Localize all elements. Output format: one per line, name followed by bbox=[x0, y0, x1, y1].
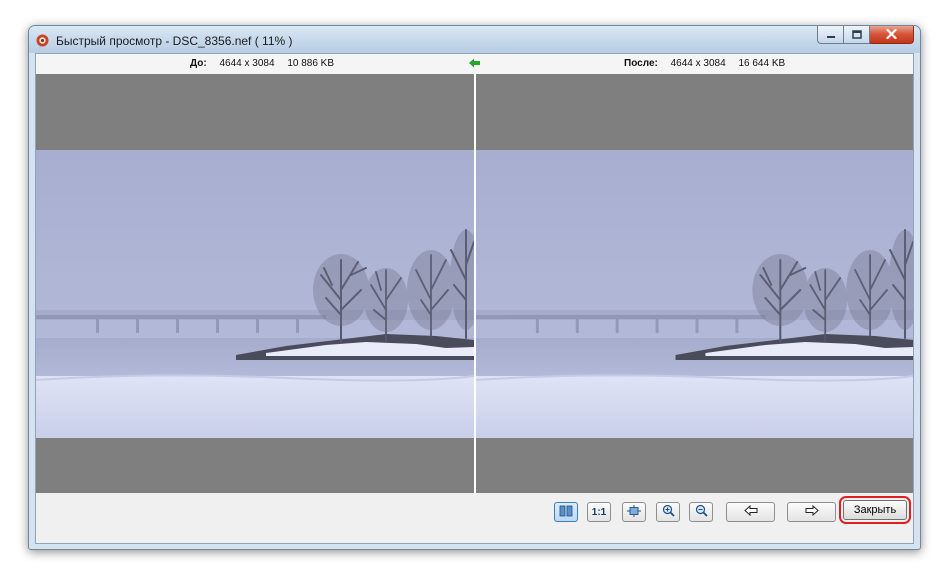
minimize-button[interactable] bbox=[817, 26, 844, 44]
window-close-button[interactable] bbox=[870, 26, 914, 44]
close-button[interactable]: Закрыть bbox=[843, 500, 907, 520]
zoom-out-icon bbox=[695, 504, 708, 520]
maximize-icon bbox=[851, 26, 862, 44]
swap-arrow-icon[interactable] bbox=[468, 57, 482, 69]
after-info: После: 4644 x 3084 16 644 KB bbox=[624, 58, 785, 69]
zoom-in-button[interactable] bbox=[656, 502, 680, 522]
image-info-bar: До: 4644 x 3084 10 886 KB После: 4644 x … bbox=[36, 54, 913, 74]
viewer-client-area: До: 4644 x 3084 10 886 KB После: 4644 x … bbox=[35, 53, 914, 544]
side-by-side-button[interactable] bbox=[554, 502, 578, 522]
bottom-toolbar: 1:1 Закрыть bbox=[36, 493, 913, 543]
caption-buttons bbox=[817, 26, 914, 45]
next-image-button[interactable] bbox=[787, 502, 836, 522]
title-bar[interactable]: Быстрый просмотр - DSC_8356.nef ( 11% ) bbox=[29, 26, 920, 53]
before-photo bbox=[36, 150, 474, 438]
before-info: До: 4644 x 3084 10 886 KB bbox=[190, 58, 334, 69]
after-label: После: bbox=[624, 58, 658, 69]
after-dimensions: 4644 x 3084 bbox=[670, 58, 726, 69]
quick-view-window: Быстрый просмотр - DSC_8356.nef ( 11% ) bbox=[28, 25, 921, 550]
close-button-highlight: Закрыть bbox=[839, 496, 911, 524]
after-photo bbox=[476, 150, 913, 438]
side-by-side-icon bbox=[559, 505, 573, 520]
app-icon bbox=[36, 34, 49, 47]
maximize-button[interactable] bbox=[844, 26, 870, 44]
before-size: 10 886 KB bbox=[287, 58, 335, 69]
minimize-icon bbox=[826, 26, 836, 44]
zoom-in-icon bbox=[662, 504, 675, 520]
close-icon bbox=[886, 26, 897, 44]
arrow-left-icon bbox=[743, 504, 758, 519]
before-image-pane[interactable] bbox=[36, 74, 474, 493]
actual-size-button[interactable]: 1:1 bbox=[587, 502, 611, 522]
zoom-out-button[interactable] bbox=[689, 502, 713, 522]
before-label: До: bbox=[190, 58, 207, 69]
previous-image-button[interactable] bbox=[726, 502, 775, 522]
after-image-pane[interactable] bbox=[476, 74, 913, 493]
after-size: 16 644 KB bbox=[738, 58, 786, 69]
before-dimensions: 4644 x 3084 bbox=[219, 58, 275, 69]
fit-to-window-button[interactable] bbox=[622, 502, 646, 522]
arrow-right-icon bbox=[805, 504, 819, 519]
fit-to-window-icon bbox=[627, 504, 641, 520]
window-title: Быстрый просмотр - DSC_8356.nef ( 11% ) bbox=[56, 34, 293, 48]
